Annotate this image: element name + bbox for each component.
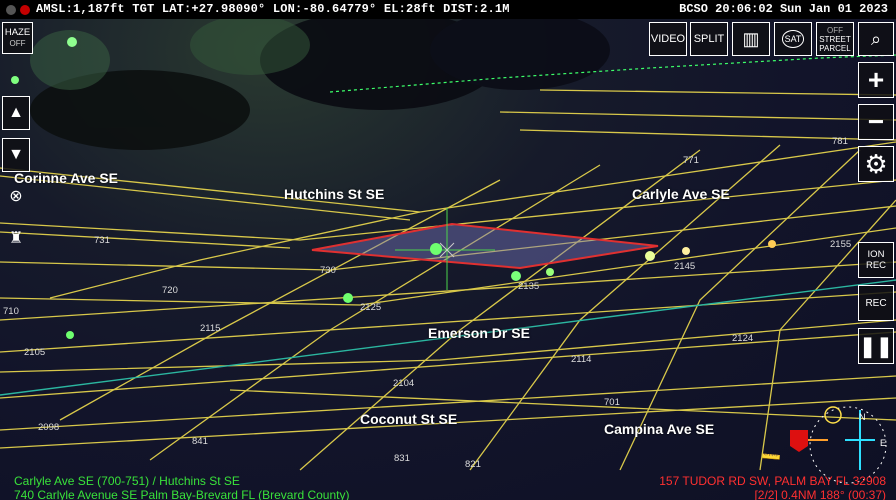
compass-north-label: N — [859, 412, 866, 422]
joystick-icon: ♜ — [8, 230, 24, 247]
arrow-up-icon: ▲ — [8, 104, 24, 121]
parcel-number: 2104 — [393, 378, 415, 389]
video-frame[interactable]: AMSL:1,187ft TGT LAT:+27.98090° LON:-80.… — [0, 0, 896, 500]
parcel-number: 2155 — [830, 239, 852, 250]
search-icon: ⌕ — [870, 28, 882, 49]
rec-button[interactable]: REC — [858, 285, 894, 321]
street-parcel-line2: PARCEL — [819, 43, 851, 53]
sat-label: SAT — [781, 30, 805, 48]
parcel-number: 720 — [162, 285, 178, 296]
parcel-number: 821 — [465, 459, 481, 470]
tilt-down-button[interactable]: ▼ — [2, 138, 30, 172]
status-bar: AMSL:1,187ft TGT LAT:+27.98090° LON:-80.… — [0, 0, 896, 19]
status-dot-icon — [6, 5, 16, 15]
parcel-number: 841 — [192, 436, 208, 447]
minus-icon: − — [867, 106, 885, 137]
parcel-number: 2114 — [571, 354, 592, 365]
parcel-number: 730 — [320, 265, 336, 276]
sat-button[interactable]: SAT — [774, 22, 812, 56]
street-parcel-line1: STREET — [819, 34, 851, 44]
ion-rec-line2: REC — [865, 260, 887, 271]
zoom-out-button[interactable]: − — [858, 104, 894, 140]
tilt-up-button[interactable]: ▲ — [2, 96, 30, 130]
street-parcel-state: OFF — [827, 25, 843, 35]
parcel-number: 701 — [604, 397, 620, 408]
parcel-number: 831 — [394, 453, 410, 464]
plus-icon: + — [867, 64, 885, 95]
settings-button[interactable]: ⚙ — [858, 146, 894, 182]
street-label-emerson: Emerson Dr SE — [428, 325, 530, 341]
ion-rec-line1: ION — [867, 249, 885, 260]
parcel-number: 771 — [683, 155, 699, 166]
haze-label: HAZE — [4, 27, 31, 38]
reference-address: 157 TUDOR RD SW, PALM BAY FL 32908 — [659, 474, 886, 488]
rec-label: REC — [865, 297, 887, 309]
compass-east-label: E — [880, 438, 887, 448]
joystick-button[interactable]: ♜ — [2, 222, 30, 254]
gear-icon: ⚙ — [864, 148, 888, 179]
parcel-number: 2115 — [200, 323, 221, 334]
terrain-shadows — [30, 10, 610, 150]
arrow-down-icon: ▼ — [8, 146, 24, 163]
search-button[interactable]: ⌕ — [858, 22, 894, 56]
target-parcel — [311, 222, 659, 270]
street-parcel-button[interactable]: OFF STREET PARCEL — [816, 22, 854, 56]
agency-timestamp: BCSO 20:06:02 Sun Jan 01 2023 — [679, 2, 888, 16]
parcel-number: 710 — [3, 306, 19, 317]
reference-bearing: [2/2] 0.4NM 188° (00:37) — [754, 488, 886, 500]
video-label: VIDEO — [650, 33, 686, 45]
location-address: 740 Carlyle Avenue SE Palm Bay-Brevard F… — [14, 488, 350, 500]
parcel-number: 781 — [832, 136, 848, 147]
street-label-hutchins: Hutchins St SE — [284, 186, 385, 202]
telemetry-readout: AMSL:1,187ft TGT LAT:+27.98090° LON:-80.… — [36, 2, 510, 16]
cancel-circle-icon: ⊗ — [9, 188, 23, 205]
zoom-in-button[interactable]: + — [858, 62, 894, 98]
parcel-number: 2098 — [38, 422, 60, 433]
haze-state: OFF — [9, 39, 26, 48]
pause-icon: ❚❚ — [859, 335, 893, 358]
split-button[interactable]: SPLIT — [690, 22, 728, 56]
parcel-number: 2105 — [24, 347, 46, 358]
video-button[interactable]: VIDEO — [649, 22, 687, 56]
parcel-number: 2135 — [518, 281, 540, 292]
street-label-carlyle: Carlyle Ave SE — [632, 186, 730, 202]
haze-toggle-button[interactable]: HAZE OFF — [2, 22, 33, 54]
parcel-number: 2125 — [360, 302, 382, 313]
parcel-number: 2145 — [674, 261, 696, 272]
location-cross-street: Carlyle Ave SE (700-751) / Hutchins St S… — [14, 474, 240, 488]
street-label-coconut: Coconut St SE — [360, 411, 458, 427]
map-button[interactable]: ▥ — [732, 22, 770, 56]
street-label-campina: Campina Ave SE — [604, 421, 715, 437]
parcel-number: 731 — [94, 235, 110, 246]
street-label-corinne: Corinne Ave SE — [14, 170, 118, 186]
record-dot-icon — [20, 5, 30, 15]
ion-rec-button[interactable]: ION REC — [858, 242, 894, 278]
split-label: SPLIT — [693, 33, 725, 45]
map-icon: ▥ — [742, 28, 760, 49]
pause-button[interactable]: ❚❚ — [858, 328, 894, 364]
parcel-number: 2124 — [732, 333, 754, 344]
